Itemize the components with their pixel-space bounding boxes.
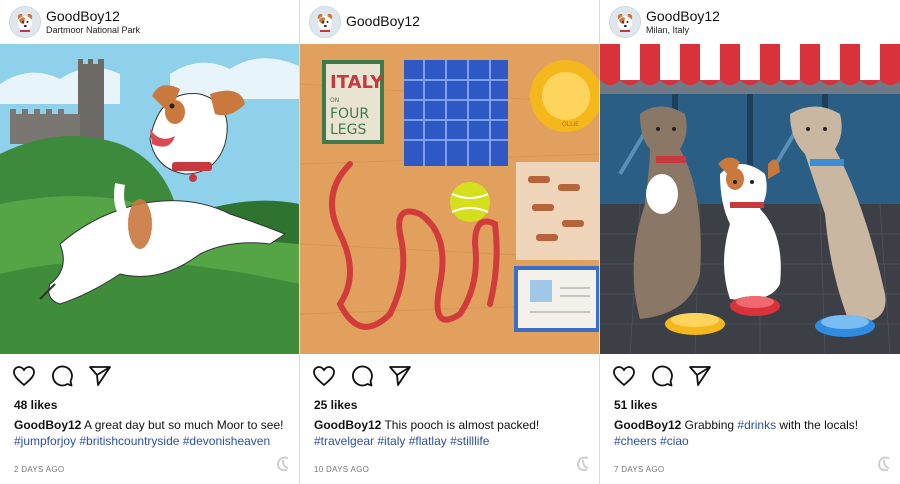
like-count[interactable]: 51 likes <box>614 398 657 412</box>
share-icon[interactable] <box>388 364 412 390</box>
post-header: GoodBoy12 Dartmoor National Park <box>0 0 299 42</box>
book-title-legs: LEGS <box>330 122 366 138</box>
post-card: GoodBoy12 Milan, Italy 51 likes GoodBoy1… <box>599 0 900 484</box>
post-header: GoodBoy12 <box>300 0 599 42</box>
book-title-italy: ITALY <box>330 72 384 93</box>
app-watermark-icon <box>876 455 892 473</box>
share-icon[interactable] <box>688 364 712 390</box>
app-watermark-icon <box>275 455 291 473</box>
book-title-four: FOUR <box>330 106 369 122</box>
post-username[interactable]: GoodBoy12 <box>46 8 120 24</box>
post-card: GoodBoy12 Dartmoor National Park 48 like… <box>0 0 299 484</box>
post-username[interactable]: GoodBoy12 <box>346 13 420 29</box>
feed: GoodBoy12 Dartmoor National Park 48 like… <box>0 0 900 484</box>
post-username[interactable]: GoodBoy12 <box>646 8 720 24</box>
post-timestamp: 10 DAYS AGO <box>314 465 370 474</box>
caption-username[interactable]: GoodBoy12 <box>314 418 381 432</box>
comment-icon[interactable] <box>650 364 674 390</box>
avatar[interactable] <box>309 6 341 38</box>
caption-username[interactable]: GoodBoy12 <box>14 418 81 432</box>
post-caption: GoodBoy12 A great day but so much Moor t… <box>14 417 289 449</box>
post-caption: GoodBoy12 This pooch is almost packed! #… <box>314 417 589 449</box>
heart-icon[interactable] <box>312 364 336 390</box>
post-location[interactable]: Dartmoor National Park <box>46 25 140 35</box>
caption-text: Grabbing <box>681 418 738 432</box>
post-actions <box>612 364 712 390</box>
app-watermark-icon <box>575 455 591 473</box>
caption-username[interactable]: GoodBoy12 <box>614 418 681 432</box>
post-card: GoodBoy12 ITALY ON FOUR LEGS OLLIE 25 li… <box>299 0 599 484</box>
comment-icon[interactable] <box>50 364 74 390</box>
heart-icon[interactable] <box>12 364 36 390</box>
avatar[interactable] <box>9 6 41 38</box>
post-image[interactable]: ITALY ON FOUR LEGS OLLIE <box>300 44 599 354</box>
post-timestamp: 7 DAYS AGO <box>614 465 665 474</box>
heart-icon[interactable] <box>612 364 636 390</box>
post-timestamp: 2 DAYS AGO <box>14 465 65 474</box>
post-actions <box>12 364 112 390</box>
post-actions <box>312 364 412 390</box>
post-header: GoodBoy12 Milan, Italy <box>600 0 900 42</box>
post-caption: GoodBoy12 Grabbing #drinks with the loca… <box>614 417 890 449</box>
bowl-label: OLLIE <box>562 121 579 128</box>
avatar[interactable] <box>609 6 641 38</box>
post-location[interactable]: Milan, Italy <box>646 25 689 35</box>
caption-text: This pooch is almost packed! <box>381 418 540 432</box>
like-count[interactable]: 25 likes <box>314 398 357 412</box>
caption-text: A great day but so much Moor to see! <box>81 418 284 432</box>
comment-icon[interactable] <box>350 364 374 390</box>
caption-hashtags[interactable]: #cheers #ciao <box>614 434 689 448</box>
caption-hashtags[interactable]: #jumpforjoy #britishcountryside #devonis… <box>14 434 270 448</box>
post-image[interactable] <box>600 44 900 354</box>
caption-hashtags[interactable]: #travelgear #italy #flatlay #stilllife <box>314 434 489 448</box>
like-count[interactable]: 48 likes <box>14 398 57 412</box>
book-title-on: ON <box>330 97 339 104</box>
share-icon[interactable] <box>88 364 112 390</box>
post-image[interactable] <box>0 44 299 354</box>
caption-text-end: with the locals! <box>776 418 859 432</box>
caption-inline-hashtag[interactable]: #drinks <box>737 418 776 432</box>
